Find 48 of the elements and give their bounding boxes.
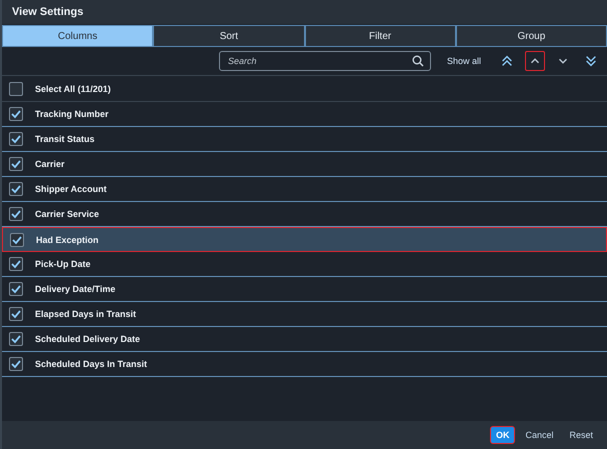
- column-label: Pick-Up Date: [35, 259, 91, 269]
- move-button[interactable]: [525, 51, 545, 71]
- footer-button[interactable]: Cancel: [519, 426, 560, 444]
- checkbox[interactable]: [9, 107, 23, 121]
- column-label: Had Exception: [36, 234, 99, 244]
- column-row[interactable]: Delivery Date/Time: [2, 277, 607, 302]
- window-title: View Settings: [12, 6, 84, 18]
- checkbox[interactable]: [9, 257, 23, 271]
- column-label: Tracking Number: [35, 109, 109, 119]
- column-label: Carrier Service: [35, 209, 100, 219]
- column-row[interactable]: Scheduled Delivery Date: [2, 327, 607, 352]
- column-label: Scheduled Days In Transit: [35, 359, 148, 369]
- column-label: Transit Status: [35, 134, 95, 144]
- column-row[interactable]: Pick-Up Date: [2, 252, 607, 277]
- checkbox[interactable]: [9, 282, 23, 296]
- tab[interactable]: Columns: [2, 25, 154, 47]
- tab[interactable]: Sort: [153, 25, 304, 47]
- select-all-label: Select All (11/201): [35, 84, 111, 94]
- ok-button[interactable]: OK: [490, 426, 516, 444]
- column-row[interactable]: Transit Status: [2, 127, 607, 152]
- double-down-icon: [584, 54, 598, 68]
- checkbox[interactable]: [9, 157, 23, 171]
- column-row[interactable]: Shipper Account: [2, 177, 607, 202]
- checkbox[interactable]: [9, 307, 23, 321]
- column-label: Delivery Date/Time: [35, 284, 116, 294]
- tab[interactable]: Group: [456, 25, 607, 47]
- search-field[interactable]: Search: [218, 51, 431, 71]
- checkbox[interactable]: [9, 357, 23, 371]
- double-up-icon: [500, 54, 514, 68]
- checkbox[interactable]: [9, 332, 23, 346]
- column-row[interactable]: Elapsed Days in Transit: [2, 302, 607, 327]
- tab[interactable]: Filter: [304, 25, 456, 47]
- footer-button[interactable]: Reset: [563, 426, 599, 444]
- checkbox[interactable]: [9, 132, 23, 146]
- column-label: Carrier: [35, 159, 65, 169]
- column-row[interactable]: Scheduled Days In Transit: [2, 352, 607, 377]
- checkbox[interactable]: [9, 82, 23, 96]
- search-icon: [412, 55, 424, 67]
- show-all-button[interactable]: Show all: [440, 55, 487, 67]
- checkbox[interactable]: [10, 232, 24, 246]
- column-row[interactable]: Carrier: [2, 152, 607, 177]
- checkbox[interactable]: [9, 207, 23, 221]
- checkbox[interactable]: [9, 182, 23, 196]
- column-label: Elapsed Days in Transit: [35, 309, 136, 319]
- column-label: Shipper Account: [35, 184, 107, 194]
- column-row[interactable]: Tracking Number: [2, 102, 607, 127]
- column-label: Scheduled Delivery Date: [35, 334, 140, 344]
- column-row[interactable]: Had Exception: [2, 227, 607, 252]
